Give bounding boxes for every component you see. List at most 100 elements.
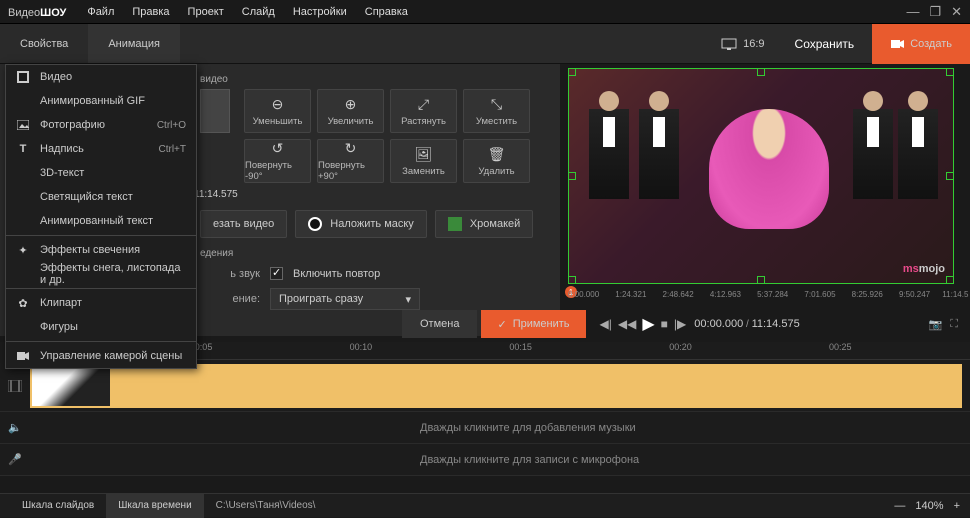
fit-icon: ⤡ <box>491 96 502 113</box>
clip-thumb <box>32 366 110 406</box>
zoom-in-button[interactable]: ⊕Увеличить <box>317 89 384 133</box>
separator <box>6 288 196 289</box>
dd-animtext[interactable]: Анимированный текст <box>6 209 196 233</box>
dd-snowfx[interactable]: Эффекты снега, листопада и др. <box>6 262 196 286</box>
mask-icon <box>308 217 322 231</box>
speaker-icon: 🔈 <box>0 421 30 434</box>
dd-3dtext[interactable]: 3D-текст <box>6 161 196 185</box>
resize-handle[interactable] <box>568 276 576 284</box>
menu-file[interactable]: Файл <box>78 6 123 18</box>
chevron-down-icon: ▾ <box>405 293 411 306</box>
music-track[interactable]: 🔈 Дважды кликните для добавления музыки <box>0 412 970 444</box>
tab-animation[interactable]: Анимация <box>88 24 180 63</box>
status-path: C:\Users\Таня\Videos\ <box>216 500 316 511</box>
menu-slide[interactable]: Слайд <box>233 6 284 18</box>
photo-icon <box>16 118 30 132</box>
watermark: msmojo <box>903 263 945 275</box>
dd-camera[interactable]: Управление камерой сцены <box>6 344 196 368</box>
zoom-level: 140% <box>915 500 943 512</box>
fit-button[interactable]: ⤡Уместить <box>463 89 530 133</box>
resize-handle[interactable] <box>946 172 954 180</box>
zoom-out-icon[interactable]: — <box>894 500 905 512</box>
apply-button[interactable]: ✓Применить <box>481 310 585 338</box>
delete-button[interactable]: 🗑Удалить <box>463 139 530 183</box>
prev-frame-button[interactable]: ◀| <box>600 317 612 331</box>
resize-handle[interactable] <box>757 276 765 284</box>
snapshot-button[interactable]: 📷 <box>929 318 943 331</box>
fullscreen-button[interactable]: ⛶ <box>950 318 958 331</box>
stop-button[interactable]: ■ <box>661 317 668 331</box>
preview-subject <box>709 109 829 229</box>
dd-caption[interactable]: TНадписьCtrl+T <box>6 137 196 161</box>
dd-video[interactable]: Видео <box>6 65 196 89</box>
restore-icon[interactable]: ❐ <box>929 4 941 20</box>
replace-icon: 🖼 <box>415 146 433 163</box>
mask-button[interactable]: Наложить маску <box>295 210 427 238</box>
mic-icon: 🎤 <box>0 453 30 466</box>
sparkle-icon: ✦ <box>16 243 30 257</box>
repeat-checkbox[interactable] <box>270 267 283 280</box>
dd-glowfx[interactable]: ✦Эффекты свечения <box>6 238 196 262</box>
trash-icon: 🗑 <box>488 146 506 163</box>
aspect-ratio[interactable]: 16:9 <box>709 38 776 50</box>
zoom-out-icon: ⊖ <box>272 96 284 113</box>
logo-a: Видео <box>8 7 40 19</box>
monitor-icon <box>721 38 737 50</box>
cancel-button[interactable]: Отмена <box>402 310 477 338</box>
resize-handle[interactable] <box>568 172 576 180</box>
separator <box>6 235 196 236</box>
playback-label: ение: <box>200 293 260 305</box>
menu-help[interactable]: Справка <box>356 6 417 18</box>
camera-icon <box>890 37 904 51</box>
resize-handle[interactable] <box>568 68 576 76</box>
video-track-icon <box>0 380 30 392</box>
rotate-left-icon: ↺ <box>272 140 284 157</box>
chroma-icon <box>448 217 462 231</box>
zoom-out-button[interactable]: ⊖Уменьшить <box>244 89 311 133</box>
next-frame-button[interactable]: |▶ <box>674 317 686 331</box>
chromakey-button[interactable]: Хромакей <box>435 210 533 238</box>
clip-duration: 11:14.575 <box>194 189 546 200</box>
replace-button[interactable]: 🖼Заменить <box>390 139 457 183</box>
stretch-button[interactable]: ⤢Растянуть <box>390 89 457 133</box>
stretch-icon: ⤢ <box>418 96 429 113</box>
dd-gif[interactable]: Анимированный GIF <box>6 89 196 113</box>
tab-properties[interactable]: Свойства <box>0 24 88 63</box>
separator <box>6 341 196 342</box>
zoom-in-icon: ⊕ <box>345 96 357 113</box>
film-icon <box>16 70 30 84</box>
minimize-icon[interactable]: — <box>906 4 919 20</box>
menu-edit[interactable]: Правка <box>123 6 178 18</box>
cut-video-button[interactable]: езать видео <box>200 210 287 238</box>
timeline-clip[interactable] <box>30 364 962 408</box>
play-button[interactable]: ▶ <box>642 314 654 334</box>
rotate-right-button[interactable]: ↻Повернуть +90° <box>317 139 384 183</box>
sound-label: ь звук <box>200 268 260 280</box>
mic-track[interactable]: 🎤 Дважды кликните для записи с микрофона <box>0 444 970 476</box>
logo-b: ШОУ <box>40 7 66 19</box>
menu-settings[interactable]: Настройки <box>284 6 356 18</box>
slides-view-tab[interactable]: Шкала слайдов <box>10 494 106 518</box>
text-icon: T <box>16 142 30 156</box>
save-button[interactable]: Сохранить <box>777 24 873 64</box>
resize-handle[interactable] <box>946 68 954 76</box>
menu-project[interactable]: Проект <box>179 6 233 18</box>
timeline-view-tab[interactable]: Шкала времени <box>106 494 203 518</box>
behavior-label: едения <box>200 248 546 259</box>
thumbnail[interactable] <box>200 89 230 133</box>
create-button[interactable]: Создать <box>872 24 970 64</box>
preview-canvas[interactable]: msmojo <box>568 68 954 284</box>
video-label: видео <box>200 74 546 85</box>
rewind-button[interactable]: ◀◀ <box>618 317 636 331</box>
dd-photo[interactable]: ФотографиюCtrl+O <box>6 113 196 137</box>
resize-handle[interactable] <box>757 68 765 76</box>
resize-handle[interactable] <box>946 276 954 284</box>
playback-select[interactable]: Проиграть сразу▾ <box>270 288 420 310</box>
dd-clipart[interactable]: ✿Клипарт <box>6 291 196 315</box>
close-icon[interactable]: ✕ <box>951 4 962 20</box>
dd-glowtext[interactable]: Светящийся текст <box>6 185 196 209</box>
zoom-in-icon[interactable]: + <box>954 500 960 512</box>
preview-ruler[interactable]: 1 0:00.000 1:24.321 2:48.642 4:12.963 5:… <box>568 290 962 310</box>
rotate-left-button[interactable]: ↺Повернуть -90° <box>244 139 311 183</box>
dd-shapes[interactable]: Фигуры <box>6 315 196 339</box>
